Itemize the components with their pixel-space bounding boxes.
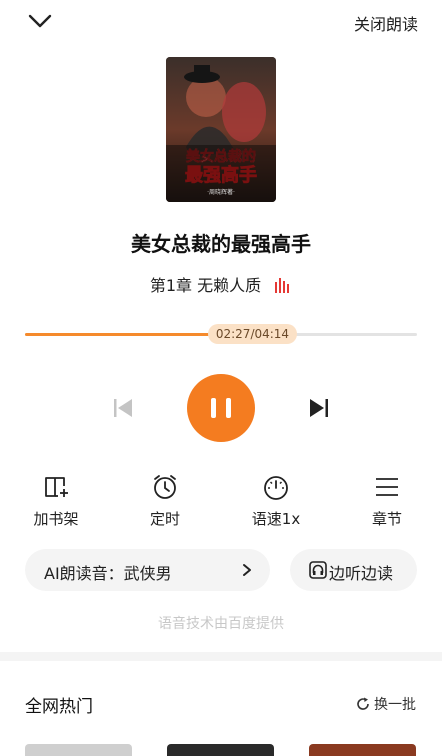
- speedometer-icon: [264, 476, 288, 500]
- pause-button[interactable]: [187, 374, 255, 442]
- timer-label: 定时: [149, 510, 180, 528]
- add-bookshelf-icon: [45, 477, 68, 497]
- audio-wave-icon: [275, 278, 290, 293]
- add-bookshelf-button[interactable]: 加书架: [26, 472, 86, 529]
- hot-section-title: 全网热门: [25, 697, 93, 717]
- close-reading-button[interactable]: 关闭朗读: [354, 11, 418, 35]
- voice-selector[interactable]: AI朗读音：武侠男: [25, 549, 270, 591]
- listen-and-read-label: 边听边读: [329, 564, 394, 583]
- timer-button[interactable]: 定时: [135, 472, 195, 529]
- speed-label: 语速1x: [251, 510, 301, 528]
- chapter-label: 第1章 无赖人质: [149, 276, 262, 295]
- chevron-right-icon: [243, 564, 251, 576]
- progress-time-handle[interactable]: 02:27/04:14: [207, 324, 298, 344]
- chevron-down-icon[interactable]: [26, 10, 54, 32]
- cover-author: ·周晓辉著·: [207, 188, 235, 196]
- add-bookshelf-label: 加书架: [33, 510, 79, 528]
- provider-note: 语音技术由百度提供: [158, 616, 284, 632]
- alarm-clock-icon: [154, 475, 176, 499]
- refresh-button[interactable]: 换一批: [356, 694, 416, 714]
- headphones-icon: [309, 561, 327, 579]
- book-cover: 美女总裁的 最强高手 ·周晓辉著·: [166, 57, 276, 202]
- chapters-button[interactable]: 章节: [357, 472, 417, 529]
- voice-label: AI朗读音：武侠男: [44, 564, 172, 583]
- book-title: 美女总裁的最强高手: [131, 232, 311, 256]
- refresh-label: 换一批: [374, 697, 416, 713]
- menu-list-icon: [376, 478, 398, 496]
- refresh-icon: [357, 697, 369, 710]
- skip-previous-icon[interactable]: [111, 396, 135, 420]
- section-divider: [0, 652, 442, 661]
- speed-button[interactable]: 语速1x: [246, 472, 306, 529]
- hot-book-thumbnail[interactable]: [25, 744, 132, 756]
- cover-title-line1: 美女总裁的: [186, 148, 256, 165]
- hot-book-thumbnail[interactable]: [167, 744, 274, 756]
- hot-book-thumbnail[interactable]: [309, 744, 416, 756]
- chapters-label: 章节: [371, 510, 402, 528]
- listen-and-read-button[interactable]: 边听边读: [290, 549, 417, 591]
- cover-title-line2: 最强高手: [185, 164, 257, 186]
- chapter-row: 第1章 无赖人质: [0, 272, 442, 296]
- skip-next-icon[interactable]: [307, 396, 331, 420]
